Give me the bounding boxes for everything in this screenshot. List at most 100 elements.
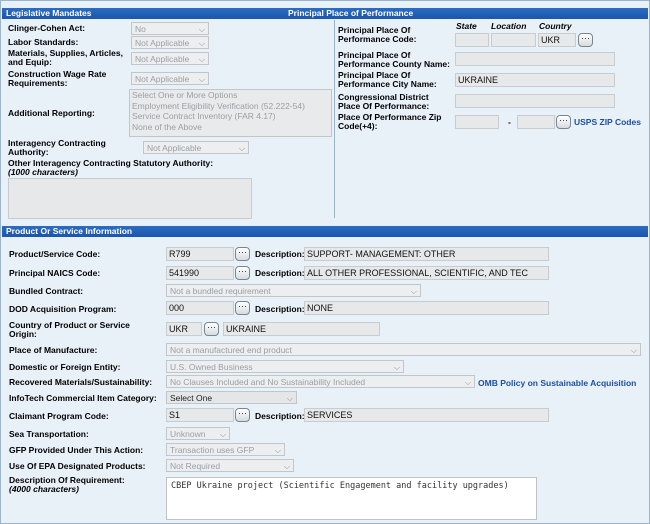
chevron-down-icon: ⌵ [198,25,205,34]
ppop-state-input[interactable] [455,33,489,47]
ellipsis-icon[interactable]: ··· [578,33,593,47]
additional-reporting-list[interactable]: Select One or More Options Employment El… [129,89,332,137]
gfp-label: GFP Provided Under This Action: [9,445,144,455]
origin-name-input[interactable]: UKRAINE [223,322,380,336]
ppop-city-input[interactable]: UKRAINE [455,73,615,87]
domestic-label: Domestic or Foreign Entity: [9,362,121,372]
chevron-down-icon: ⌵ [410,287,417,296]
clinger-label: Clinger-Cohen Act: [8,23,86,33]
dod-label: DOD Acquisition Program: [9,304,117,314]
claimant-label: Claimant Program Code: [9,411,109,421]
clinger-select[interactable]: No ⌵ [131,22,209,35]
ellipsis-icon[interactable]: ··· [235,266,250,280]
ppop-city-label: Principal Place Of Performance City Name… [338,70,437,89]
legislative-header: Legislative Mandates Principal Place of … [2,8,648,19]
zip-separator: - [508,117,511,127]
chevron-down-icon: ⌵ [630,346,637,355]
list-item[interactable]: None of the Above [130,122,331,133]
omb-policy-link[interactable]: OMB Policy on Sustainable Acquisition [478,378,636,388]
chevron-down-icon: ⌵ [198,55,205,64]
epa-select[interactable]: Not Required ⌵ [166,459,294,472]
chevron-down-icon: ⌵ [198,75,205,84]
legislative-title: Legislative Mandates [6,8,92,18]
construction-select[interactable]: Not Applicable ⌵ [131,72,209,85]
chevron-down-icon: ⌵ [198,39,205,48]
chevron-down-icon: ⌵ [238,144,245,153]
chevron-down-icon: ⌵ [464,378,471,387]
ppop-location-input[interactable] [491,33,536,47]
ppop-code-label: Principal Place Of Performance Code: [338,25,417,44]
naics-desc-label: Description: [255,268,305,278]
claimant-desc-input[interactable]: SERVICES [304,408,549,422]
chevron-down-icon: ⌵ [274,446,281,455]
claimant-input[interactable]: S1 [166,408,234,422]
psc-desc-input[interactable]: SUPPORT- MANAGEMENT: OTHER [304,247,549,261]
recovered-label: Recovered Materials/Sustainability: [9,377,153,387]
list-item[interactable]: Select One or More Options [130,90,331,101]
state-header: State [456,21,477,31]
labor-label: Labor Standards: [8,37,79,47]
ppop-district-input[interactable] [455,94,615,108]
materials-select[interactable]: Not Applicable ⌵ [131,52,209,65]
ppop-zip-input[interactable] [455,115,499,129]
construction-label: Construction Wage Rate Requirements: [8,69,107,88]
manufacture-label: Place of Manufacture: [9,345,98,355]
additional-label: Additional Reporting: [8,108,95,118]
dod-desc-label: Description: [255,304,305,314]
bundled-label: Bundled Contract: [9,286,84,296]
list-item[interactable]: Employment Eligibility Verification (52.… [130,101,331,112]
manufacture-select[interactable]: Not a manufactured end product ⌵ [166,343,641,356]
other-authority-textarea[interactable] [8,178,252,219]
ellipsis-icon[interactable]: ··· [204,322,219,336]
naics-desc-input[interactable]: ALL OTHER PROFESSIONAL, SCIENTIFIC, AND … [304,266,549,280]
ppop-zip-label: Place Of Performance Zip Code(+4): [338,112,442,131]
product-header: Product Or Service Information [2,226,648,237]
naics-input[interactable]: 541990 [166,266,234,280]
ellipsis-icon[interactable]: ··· [235,247,250,261]
interagency-select[interactable]: Not Applicable ⌵ [143,141,249,154]
form-frame: Legislative Mandates Principal Place of … [0,0,650,524]
ppop-county-input[interactable] [455,52,615,66]
psc-label: Product/Service Code: [9,249,101,259]
ellipsis-icon[interactable]: ··· [235,408,250,422]
psc-desc-label: Description: [255,249,305,259]
requirement-hint: (4000 characters) [9,484,79,494]
country-header: Country [539,21,572,31]
usps-zip-link[interactable]: USPS ZIP Codes [574,117,641,127]
section-divider [334,20,335,218]
infotech-label: InfoTech Commercial Item Category: [9,393,157,403]
psc-input[interactable]: R799 [166,247,234,261]
location-header: Location [491,21,527,31]
sea-select[interactable]: Unknown ⌵ [166,427,230,440]
chevron-down-icon: ⌵ [283,462,290,471]
list-item[interactable]: Service Contract Inventory (FAR 4.17) [130,111,331,122]
materials-label: Materials, Supplies, Articles, and Equip… [8,48,123,67]
chevron-down-icon: ⌵ [219,430,226,439]
sea-label: Sea Transportation: [9,429,89,439]
other-authority-hint: (1000 characters) [8,167,78,177]
recovered-select[interactable]: No Clauses Included and No Sustainabilit… [166,375,475,388]
ellipsis-icon[interactable]: ··· [235,301,250,315]
claimant-desc-label: Description: [255,411,305,421]
origin-label: Country of Product or Service Origin: [9,320,130,339]
domestic-select[interactable]: U.S. Owned Business ⌵ [166,360,404,373]
labor-select[interactable]: Not Applicable ⌵ [131,36,209,49]
requirement-textarea[interactable]: CBEP Ukraine project (Scientific Engagem… [166,477,537,520]
chevron-down-icon: ⌵ [393,363,400,372]
ppop-zip4-input[interactable] [517,115,555,129]
epa-label: Use Of EPA Designated Products: [9,461,146,471]
dod-desc-input[interactable]: NONE [304,301,549,315]
naics-label: Principal NAICS Code: [9,268,101,278]
ppop-county-label: Principal Place Of Performance County Na… [338,50,450,69]
bundled-select[interactable]: Not a bundled requirement ⌵ [166,284,421,297]
ppop-district-label: Congressional District Place Of Performa… [338,92,430,111]
infotech-select[interactable]: Select One ⌵ [166,391,297,404]
dod-input[interactable]: 000 [166,301,234,315]
ppop-country-input[interactable]: UKR [538,33,576,47]
interagency-label: Interagency Contracting Authority: [8,138,106,157]
ppop-title: Principal Place of Performance [288,8,414,18]
gfp-select[interactable]: Transaction uses GFP ⌵ [166,443,285,456]
ellipsis-icon[interactable]: ··· [556,115,571,129]
product-title: Product Or Service Information [6,226,133,236]
origin-code-input[interactable]: UKR [166,322,202,336]
